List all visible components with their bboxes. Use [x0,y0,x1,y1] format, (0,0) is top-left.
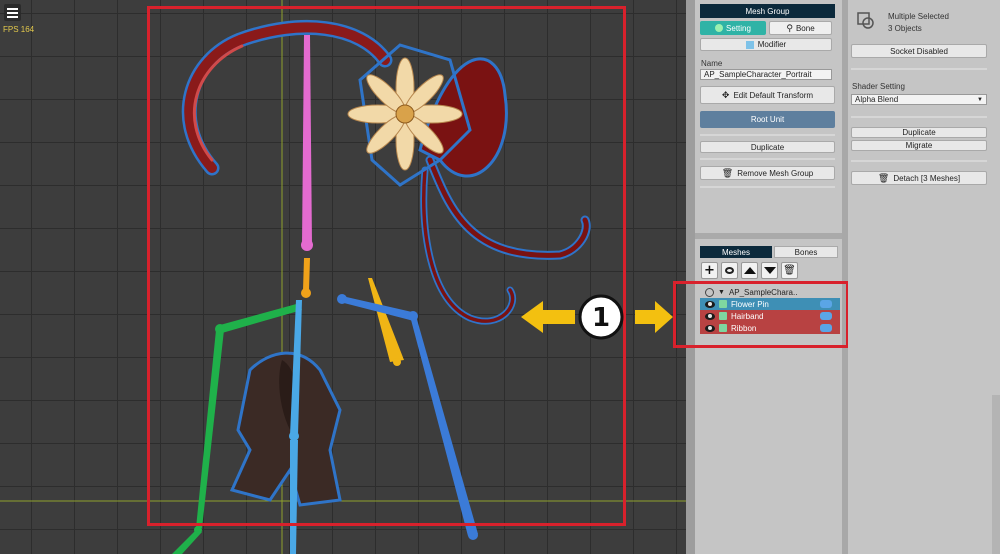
tab-meshes[interactable]: Meshes [700,246,772,258]
fps-counter: FPS 164 [3,25,35,34]
edit-default-transform-button[interactable]: ✥ Edit Default Transform [700,86,835,104]
duplicate-objects-button[interactable]: Duplicate [851,127,987,138]
multi-select-icon [857,12,875,30]
trash-icon: 🗑 [721,167,734,178]
splitter-left[interactable] [686,0,695,554]
shader-select-value: Alpha Blend [855,94,899,104]
add-mesh-button[interactable]: + [701,262,718,279]
shader-select[interactable]: Alpha Blend ▼ [851,94,987,105]
trash-icon: 🗑 [783,265,796,276]
migrate-label: Migrate [905,141,933,150]
selection-frame-list [673,281,849,348]
modifier-button[interactable]: Modifier [700,38,832,51]
divider [700,134,835,136]
tab-bones-label: Bones [794,247,818,257]
remove-mesh-group-label: Remove Mesh Group [737,168,814,178]
arrow-left-icon [521,301,575,333]
arrow-up-icon [743,267,756,274]
name-label: Name [701,59,723,68]
duplicate-objects-label: Duplicate [902,128,936,137]
socket-button[interactable]: Socket Disabled [851,44,987,58]
socket-label: Socket Disabled [890,46,948,56]
name-field[interactable]: AP_SampleCharacter_Portrait [700,69,832,80]
menu-icon[interactable] [4,4,21,21]
remove-mesh-group-button[interactable]: 🗑 Remove Mesh Group [700,166,835,180]
inspector-subtitle: 3 Objects [888,24,922,33]
move-down-button[interactable] [761,262,778,279]
arrow-right-icon [635,301,673,333]
move-up-button[interactable] [741,262,758,279]
panel-splitter-horizontal[interactable] [695,233,842,239]
detach-button[interactable]: 🗑 Detach [3 Meshes] [851,171,987,185]
chevron-down-icon: ▼ [977,96,983,103]
trash-icon: 🗑 [877,172,890,183]
layers-icon [725,267,734,274]
root-unit-button[interactable]: Root Unit [700,111,835,128]
inspector-title: Multiple Selected [888,12,949,21]
setting-icon [715,24,724,32]
layer-button[interactable] [721,262,738,279]
root-unit-label: Root Unit [750,115,785,124]
mesh-group-header: Mesh Group [700,4,835,18]
modifier-label: Modifier [757,40,787,49]
callout-number: 1 [591,303,611,333]
selection-frame-viewport [147,6,626,526]
divider [700,186,835,188]
tab-meshes-label: Meshes [721,247,750,257]
bone-icon: ⚲ [786,22,793,33]
migrate-button[interactable]: Migrate [851,140,987,151]
edit-default-transform-label: Edit Default Transform [733,90,814,100]
divider [851,160,987,162]
duplicate-label: Duplicate [750,142,785,152]
shader-setting-label: Shader Setting [852,82,905,91]
divider [851,68,987,70]
tab-bone-label: Bone [795,23,815,33]
tab-bones[interactable]: Bones [774,246,838,258]
detach-label: Detach [3 Meshes] [893,173,961,183]
modifier-icon [745,40,754,49]
arrow-down-icon [763,267,776,274]
plus-icon: + [704,263,715,278]
divider [851,116,987,118]
divider [700,158,835,160]
delete-button[interactable]: 🗑 [781,262,798,279]
scene-viewport[interactable]: FPS 164 [0,0,686,554]
scrollbar[interactable] [992,395,1000,554]
duplicate-button[interactable]: Duplicate [700,141,835,153]
transform-icon: ✥ [721,89,730,100]
tab-setting-label: Setting [726,23,751,33]
editor-window: FPS 164 1 Mesh Group Setting ⚲ Bone Modi… [0,0,1000,554]
tab-setting[interactable]: Setting [700,21,766,35]
tab-bone[interactable]: ⚲ Bone [769,21,832,35]
